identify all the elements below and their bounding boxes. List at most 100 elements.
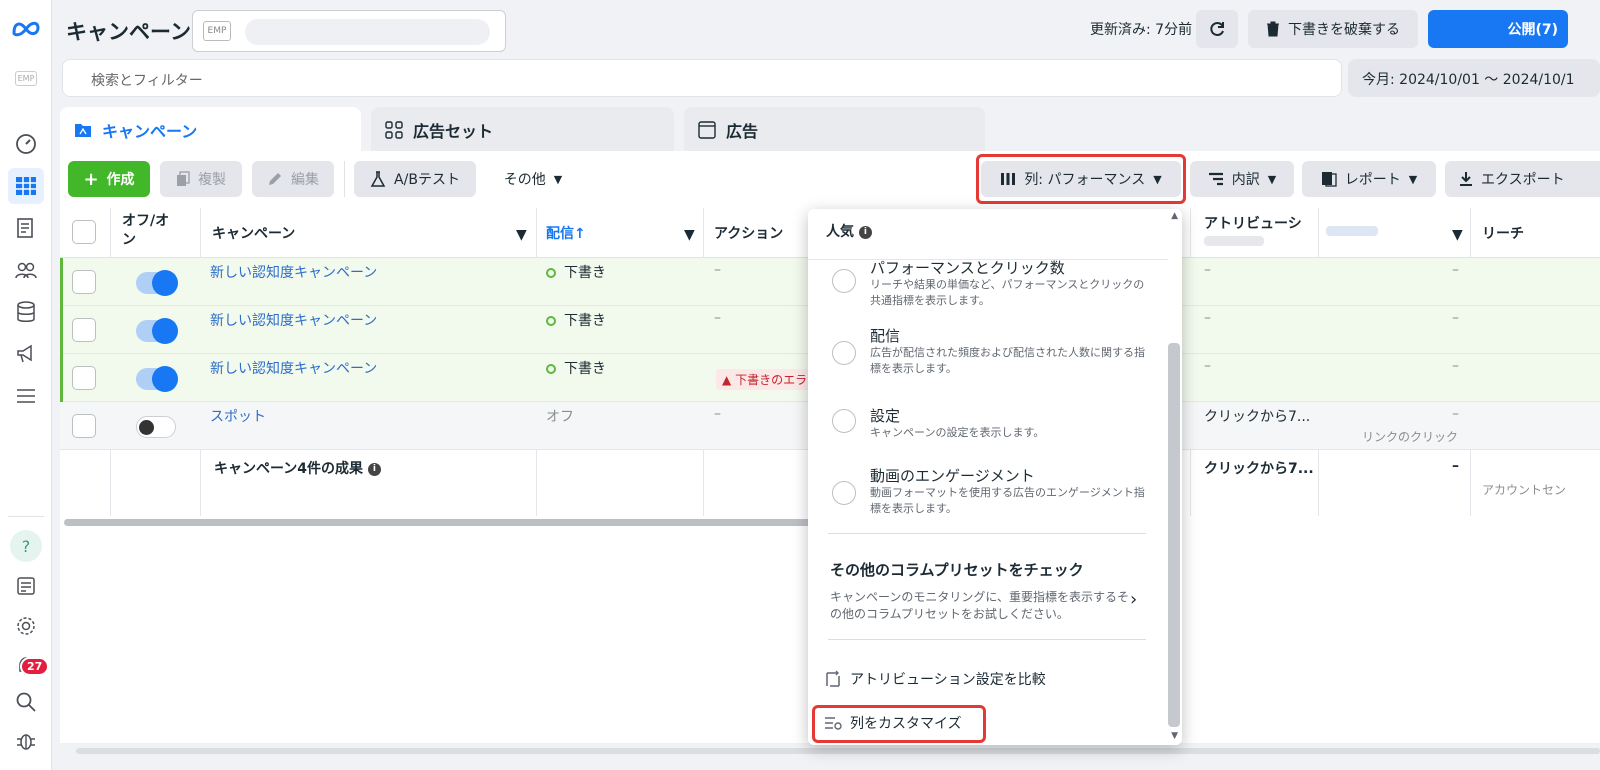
info-icon[interactable]: i — [367, 462, 381, 476]
toolbar-divider — [344, 161, 345, 197]
radio-button[interactable] — [832, 341, 856, 365]
caret-down-icon[interactable]: ▼ — [516, 227, 527, 243]
export-button[interactable]: エクスポート — [1445, 161, 1600, 197]
action-cell: – — [714, 310, 721, 326]
draft-error-badge[interactable]: ▲ 下書きのエラ — [716, 369, 814, 390]
dashboard-icon[interactable] — [8, 126, 44, 162]
campaign-toggle[interactable] — [136, 270, 178, 296]
preset-option-performance[interactable]: パフォーマンスとクリック数 リーチや結果の単価など、パフォーマンスとクリックの共… — [832, 257, 1152, 317]
duplicate-icon — [177, 171, 190, 186]
search-filter-input[interactable]: 検索とフィルター — [62, 59, 1342, 97]
breakdown-button[interactable]: 内訳 ▼ — [1190, 161, 1294, 197]
caret-down-icon[interactable]: ▼ — [684, 227, 695, 243]
radio-button[interactable] — [832, 409, 856, 433]
more-button[interactable]: その他 ▼ — [488, 161, 578, 197]
bug-icon[interactable] — [8, 722, 44, 758]
duplicate-label: 複製 — [198, 172, 226, 188]
tab-ads-label: 広告 — [726, 122, 759, 141]
edit-button[interactable]: 編集 — [252, 161, 334, 197]
campaign-name-link[interactable]: 新しい認知度キャンペーン — [210, 358, 377, 378]
ad-window-icon — [698, 121, 716, 139]
header-delivery[interactable]: 配信↑ — [546, 223, 586, 243]
preset-option-delivery[interactable]: 配信 広告が配信された頻度および配信された人数に関する指標を表示します。 — [832, 325, 1152, 385]
create-button[interactable]: + 作成 — [68, 161, 150, 197]
delivery-status: 下書き — [546, 310, 606, 330]
report-button[interactable]: レポート ▼ — [1302, 161, 1436, 197]
refresh-button[interactable] — [1196, 10, 1238, 48]
tab-ads[interactable]: 広告 — [684, 107, 985, 153]
results-cell: – — [1452, 358, 1459, 374]
breakdown-label: 内訳 — [1231, 172, 1260, 188]
account-logo-icon[interactable]: EMP — [8, 60, 44, 96]
help-icon[interactable]: ? — [8, 528, 44, 564]
preset-option-video[interactable]: 動画のエンゲージメント 動画フォーマットを使用する広告のエンゲージメント指標を表… — [832, 465, 1152, 525]
preset-option-settings[interactable]: 設定 キャンペーンの設定を表示します。 — [832, 405, 1152, 449]
delivery-status: 下書き — [546, 262, 606, 282]
preset-description: 動画フォーマットを使用する広告のエンゲージメント指標を表示します。 — [870, 486, 1145, 515]
plus-icon: + — [83, 168, 99, 190]
header-reach[interactable]: リーチ — [1482, 223, 1524, 243]
discard-drafts-button[interactable]: 下書きを破棄する — [1248, 10, 1418, 48]
draft-error-text: 下書きのエラ — [735, 373, 808, 387]
menu-icon[interactable] — [8, 378, 44, 414]
megaphone-icon[interactable] — [8, 336, 44, 372]
grid-icon — [385, 121, 403, 139]
account-selector[interactable]: EMP — [192, 10, 506, 52]
publish-button[interactable]: 公開(7) — [1428, 10, 1568, 48]
attribution-cell: – — [1204, 262, 1211, 278]
catalog-icon[interactable] — [8, 294, 44, 330]
audiences-icon[interactable] — [8, 252, 44, 288]
action-cell: – — [714, 406, 721, 422]
date-range-picker[interactable]: 今月: 2024/10/01 ～ 2024/10/1 — [1348, 59, 1600, 97]
scroll-up-arrow-icon[interactable]: ▲ — [1171, 211, 1178, 221]
results-cell: – — [1452, 310, 1459, 326]
report-label: レポート — [1344, 172, 1401, 188]
header-attribution[interactable]: アトリビューシ — [1204, 213, 1302, 233]
radio-button[interactable] — [832, 269, 856, 293]
info-icon[interactable]: i — [858, 225, 872, 239]
breakdown-icon — [1208, 172, 1223, 186]
campaign-toggle[interactable] — [136, 366, 178, 392]
tab-campaigns[interactable]: キャンペーン — [60, 107, 361, 153]
campaign-name-link[interactable]: 新しい認知度キャンペーン — [210, 310, 377, 330]
campaign-toggle[interactable] — [136, 318, 178, 344]
select-all-checkbox[interactable] — [72, 220, 96, 244]
row-checkbox[interactable] — [72, 318, 96, 342]
delivery-status-text: 下書き — [564, 265, 606, 281]
campaigns-table-icon[interactable] — [8, 168, 44, 204]
status-dot — [546, 364, 556, 374]
duplicate-button[interactable]: 複製 — [160, 161, 242, 197]
last-updated-text: 更新済み: 7分前 — [1090, 22, 1193, 38]
folder-icon — [75, 124, 91, 137]
create-label: 作成 — [106, 172, 135, 188]
delivery-status: 下書き — [546, 358, 606, 378]
radio-button[interactable] — [832, 481, 856, 505]
compare-attribution-label: アトリビューション設定を比較 — [850, 672, 1046, 688]
header-action[interactable]: アクション — [714, 223, 783, 243]
date-range-text: 今月: 2024/10/01 ～ 2024/10/1 — [1362, 72, 1575, 88]
meta-logo-icon[interactable] — [8, 10, 44, 46]
news-icon[interactable] — [8, 568, 44, 604]
campaign-toggle[interactable] — [136, 416, 176, 438]
reports-icon[interactable] — [8, 210, 44, 246]
action-cell: – — [714, 262, 721, 278]
row-checkbox[interactable] — [72, 366, 96, 390]
settings-icon[interactable] — [8, 608, 44, 644]
chevron-right-icon[interactable]: › — [1130, 589, 1137, 610]
ab-test-button[interactable]: A/Bテスト — [354, 161, 476, 197]
header-campaign[interactable]: キャンペーン — [212, 223, 295, 243]
campaign-name-link[interactable]: 新しい認知度キャンペーン — [210, 262, 377, 282]
tab-adsets[interactable]: 広告セット — [371, 107, 674, 153]
campaign-name-link[interactable]: スポット — [210, 406, 266, 426]
caret-down-icon[interactable]: ▼ — [1452, 227, 1463, 243]
row-checkbox[interactable] — [72, 270, 96, 294]
compare-attribution-item[interactable]: アトリビューション設定を比較 — [824, 669, 1046, 689]
scroll-down-arrow-icon[interactable]: ▼ — [1171, 731, 1178, 741]
table-horizontal-scrollbar[interactable] — [64, 519, 814, 526]
dropdown-scrollbar[interactable] — [1168, 343, 1180, 727]
row-checkbox[interactable] — [72, 414, 96, 438]
search-icon[interactable] — [8, 684, 44, 720]
rail-divider — [8, 516, 44, 517]
page-horizontal-scrollbar[interactable] — [76, 748, 1600, 754]
more-presets-title[interactable]: その他のコラムプリセットをチェック — [830, 559, 1084, 580]
